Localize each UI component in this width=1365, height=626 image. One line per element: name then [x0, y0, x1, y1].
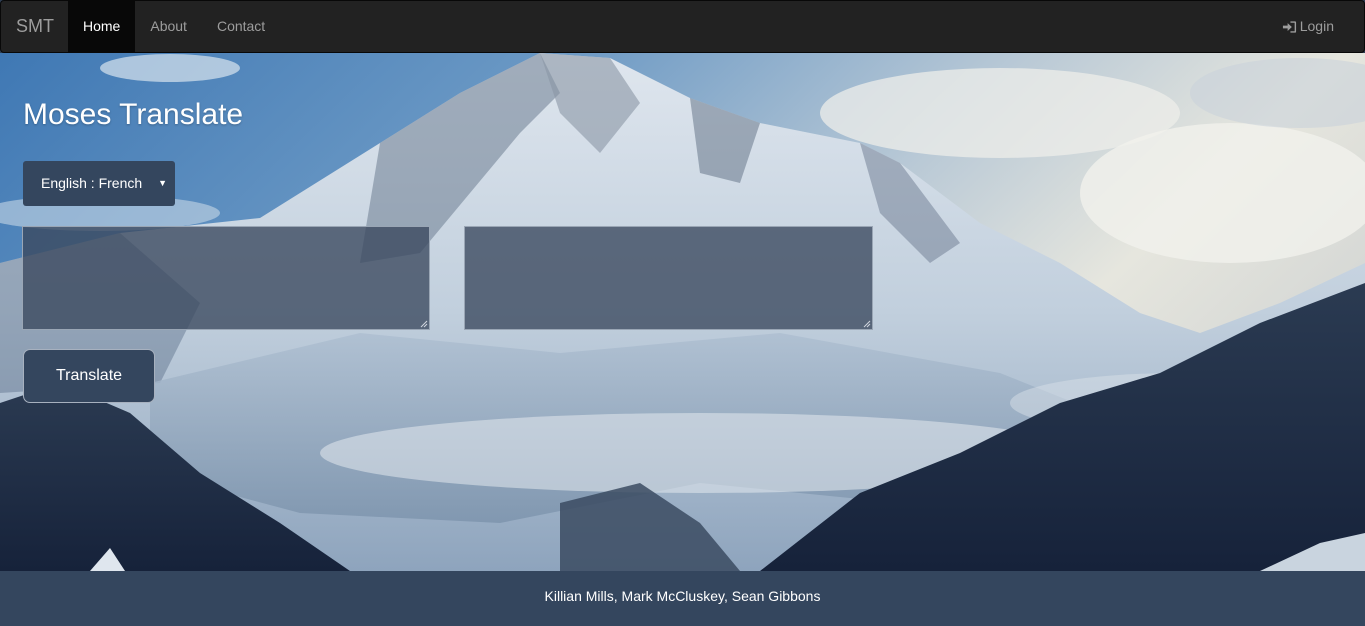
footer: Killian Mills, Mark McCluskey, Sean Gibb… [0, 571, 1365, 626]
translate-button[interactable]: Translate [23, 349, 155, 403]
resize-grip-icon[interactable] [863, 320, 871, 328]
source-text-input[interactable] [22, 226, 430, 330]
login-link[interactable]: Login [1282, 1, 1334, 52]
footer-credits: Killian Mills, Mark McCluskey, Sean Gibb… [544, 588, 821, 604]
nav-link-home[interactable]: Home [68, 1, 136, 52]
page-title: Moses Translate [23, 98, 244, 131]
login-label: Login [1299, 18, 1334, 34]
caret-down-icon: ▼ [158, 178, 167, 188]
hero-section: Moses Translate English : French ▼ Trans… [0, 53, 1365, 571]
login-icon [1282, 20, 1296, 33]
translated-text-output[interactable] [464, 226, 873, 330]
resize-grip-icon[interactable] [420, 320, 428, 328]
language-pair-selected: English : French [41, 175, 143, 191]
brand-link[interactable]: SMT [16, 1, 54, 52]
nav-links: Home About Contact [68, 1, 280, 52]
nav-link-about[interactable]: About [135, 1, 202, 52]
language-pair-select[interactable]: English : French ▼ [23, 161, 175, 206]
top-navbar: SMT Home About Contact Login [0, 0, 1365, 53]
nav-link-contact[interactable]: Contact [202, 1, 280, 52]
